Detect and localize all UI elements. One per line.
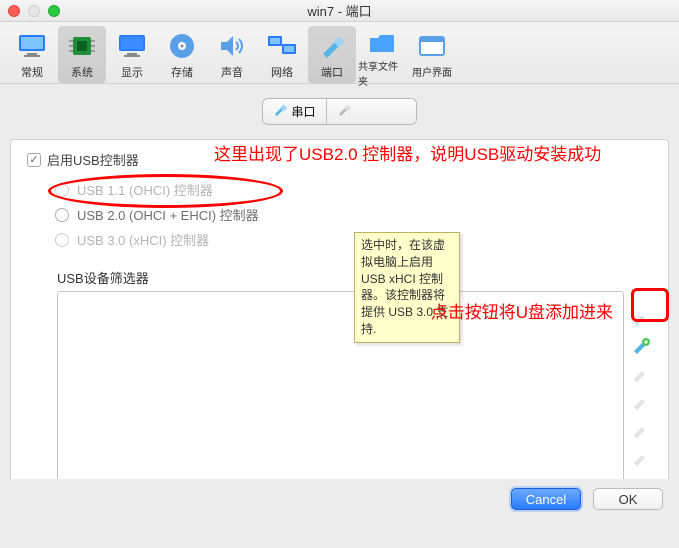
toolbar-user-interface[interactable]: 用户界面: [408, 26, 456, 83]
radio-label: USB 1.1 (OHCI) 控制器: [77, 180, 213, 199]
usb-panel: ✓ 启用USB控制器 USB 1.1 (OHCI) 控制器 USB 2.0 (O…: [10, 139, 669, 508]
titlebar: win7 - 端口: [0, 0, 679, 22]
window-title: win7 - 端口: [0, 1, 679, 20]
subtab-serial[interactable]: 串口: [263, 99, 325, 124]
radio-usb20[interactable]: USB 2.0 (OHCI + EHCI) 控制器: [55, 202, 652, 227]
radio-icon: [55, 233, 69, 247]
toolbar-storage[interactable]: 存储: [158, 26, 206, 83]
chip-icon: [66, 30, 98, 62]
usb-add-icon[interactable]: [632, 337, 650, 355]
usb-filter-action-bar: [630, 291, 652, 491]
disk-icon: [166, 30, 198, 62]
speaker-icon: [216, 30, 248, 62]
toolbar-label: 显示: [121, 64, 143, 80]
toolbar-label: 声音: [221, 64, 243, 80]
radio-label: USB 2.0 (OHCI + EHCI) 控制器: [77, 205, 259, 224]
usb-remove-icon: [632, 365, 650, 383]
toolbar-label: 用户界面: [412, 64, 452, 79]
display-icon: [116, 30, 148, 62]
annotation-add-usb: 点击按钮将U盘添加进来: [431, 298, 613, 323]
toolbar-ports[interactable]: 端口: [308, 26, 356, 83]
enable-usb-label: 启用USB控制器: [47, 150, 139, 169]
enable-usb-checkbox[interactable]: ✓: [27, 153, 41, 167]
toolbar-audio[interactable]: 声音: [208, 26, 256, 83]
toolbar-network[interactable]: 网络: [258, 26, 306, 83]
subtab-usb[interactable]: [326, 99, 416, 124]
toolbar-label: 共享文件夹: [358, 58, 406, 88]
toolbar-label: 系统: [71, 64, 93, 80]
radio-icon: [55, 183, 69, 197]
cancel-button[interactable]: Cancel: [511, 488, 581, 510]
toolbar-shared-folders[interactable]: 共享文件夹: [358, 26, 406, 83]
filter-settings-icon: [632, 309, 650, 327]
usb-plug-icon: [273, 103, 287, 120]
toolbar-general[interactable]: 常规: [8, 26, 56, 83]
toolbar-display[interactable]: 显示: [108, 26, 156, 83]
network-icon: [266, 30, 298, 62]
toolbar-system[interactable]: 系统: [58, 26, 106, 83]
usb-plug-icon: [316, 30, 348, 62]
settings-toolbar: 常规 系统 显示 存储 声音 网络 端口: [0, 22, 679, 84]
toolbar-label: 存储: [171, 64, 193, 80]
radio-icon: [55, 208, 69, 222]
dialog-footer: Cancel OK: [0, 479, 679, 519]
usb-unknown-icon: [632, 421, 650, 439]
usb-remove-all-icon: [632, 393, 650, 411]
window-icon: [416, 30, 448, 62]
subtab-label: 串口: [291, 103, 315, 120]
toolbar-label: 常规: [21, 64, 43, 80]
toolbar-label: 端口: [321, 64, 343, 80]
radio-usb11[interactable]: USB 1.1 (OHCI) 控制器: [55, 177, 652, 202]
annotation-usb20-success: 这里出现了USB2.0 控制器，说明USB驱动安装成功: [214, 140, 601, 165]
monitor-icon: [16, 30, 48, 62]
folder-icon: [366, 30, 398, 56]
toolbar-label: 网络: [271, 64, 293, 80]
usb-eject-icon: [632, 449, 650, 467]
port-subtabs: 串口: [10, 98, 669, 125]
usb-plug-icon: [337, 103, 351, 120]
usb30-tooltip: 选中时，在该虚拟电脑上启用 USB xHCI 控制器。该控制器将提供 USB 3…: [354, 232, 460, 343]
radio-label: USB 3.0 (xHCI) 控制器: [77, 230, 209, 249]
ok-button[interactable]: OK: [593, 488, 663, 510]
